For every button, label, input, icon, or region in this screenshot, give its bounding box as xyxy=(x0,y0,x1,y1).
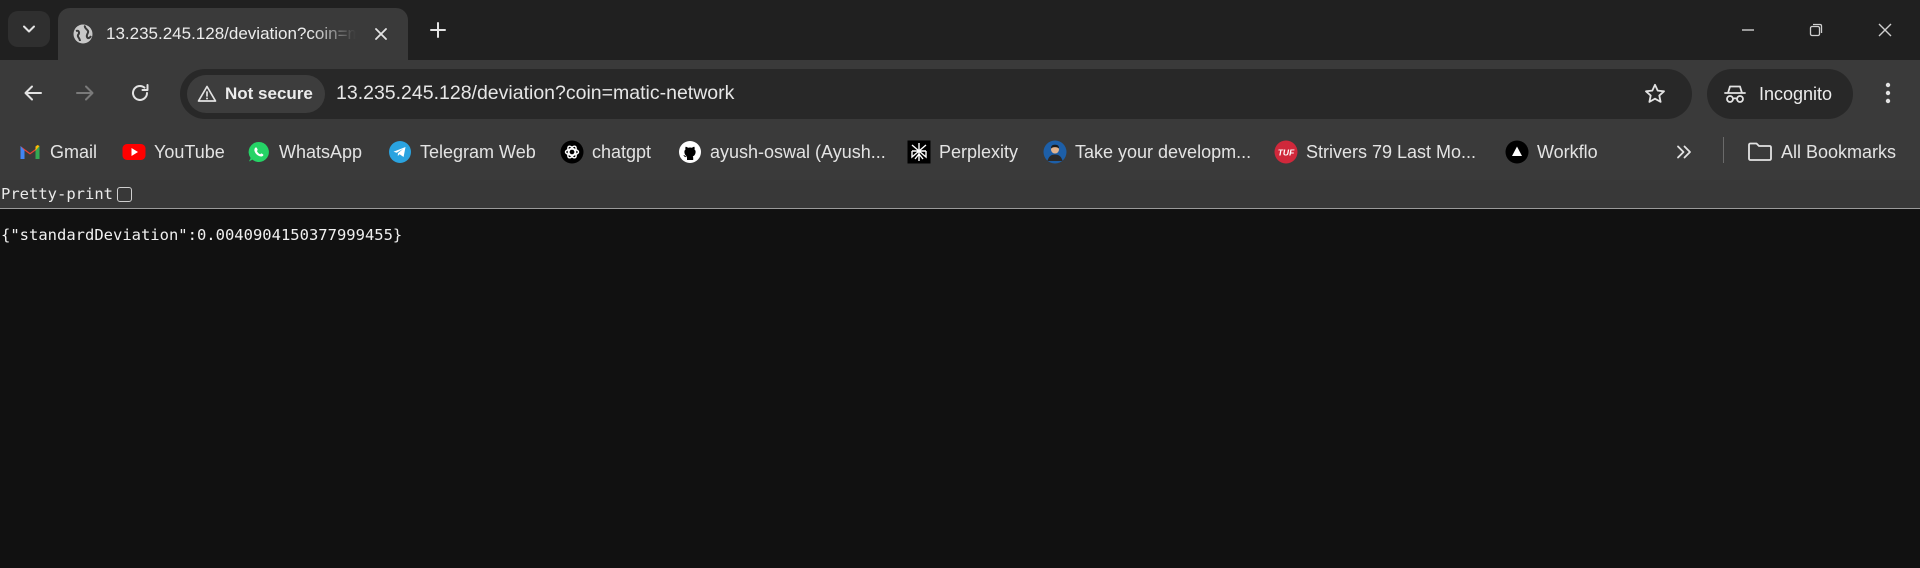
tab-title: 13.235.245.128/deviation?coin=matic-netw… xyxy=(106,24,356,43)
bookmark-label: YouTube xyxy=(154,141,225,162)
bookmark-star-button[interactable] xyxy=(1640,79,1670,109)
bookmark-label: Workflo xyxy=(1537,141,1598,162)
close-window-button[interactable] xyxy=(1867,12,1903,48)
bookmark-gmail[interactable]: Gmail xyxy=(18,136,97,168)
tuf-badge-text: TUF xyxy=(1278,148,1295,158)
workflo-icon xyxy=(1505,140,1529,164)
perplexity-icon xyxy=(907,140,931,164)
more-vertical-icon xyxy=(1885,82,1891,104)
minimize-icon xyxy=(1742,29,1754,31)
back-button[interactable] xyxy=(15,75,51,111)
all-bookmarks-button[interactable]: All Bookmarks xyxy=(1747,136,1896,168)
minimize-button[interactable] xyxy=(1730,12,1766,48)
github-icon xyxy=(678,140,702,164)
youtube-icon xyxy=(122,140,146,164)
bookmark-label: Perplexity xyxy=(939,141,1019,162)
tab-close-button[interactable] xyxy=(368,21,394,47)
pretty-print-label: Pretty-print xyxy=(1,185,113,203)
close-icon xyxy=(375,28,387,40)
pretty-print-checkbox[interactable] xyxy=(116,186,132,202)
url-text[interactable]: 13.235.245.128/deviation?coin=matic-netw… xyxy=(336,82,734,105)
plus-icon xyxy=(430,22,446,38)
bookmark-chatgpt[interactable]: chatgpt xyxy=(560,136,651,168)
tuf-icon: TUF xyxy=(1274,140,1298,164)
warning-icon xyxy=(197,85,217,102)
chatgpt-icon xyxy=(560,140,584,164)
bookmark-label: Gmail xyxy=(50,141,98,162)
bookmark-strivers[interactable]: TUF Strivers 79 Last Mo... xyxy=(1274,136,1476,168)
bookmark-youtube[interactable]: YouTube xyxy=(122,136,225,168)
bookmarks-divider xyxy=(1723,137,1724,163)
bookmark-label: ayush-oswal (Ayush... xyxy=(710,141,886,162)
browser-menu-button[interactable] xyxy=(1870,75,1906,111)
browser-toolbar: Not secure 13.235.245.128/deviation?coin… xyxy=(0,60,1920,126)
bookmarks-overflow-button[interactable] xyxy=(1675,136,1693,168)
incognito-label: Incognito xyxy=(1759,83,1833,104)
security-label: Not secure xyxy=(225,84,313,103)
bookmark-github[interactable]: ayush-oswal (Ayush... xyxy=(678,136,886,168)
bookmark-whatsapp[interactable]: WhatsApp xyxy=(247,136,362,168)
tab-search-button[interactable] xyxy=(8,11,50,47)
active-tab[interactable]: 13.235.245.128/deviation?coin=matic-netw… xyxy=(58,8,408,60)
double-chevron-right-icon xyxy=(1677,145,1691,159)
avatar-icon xyxy=(1043,140,1067,164)
new-tab-button[interactable] xyxy=(422,14,454,46)
gmail-icon xyxy=(18,140,42,164)
close-icon xyxy=(1878,23,1892,37)
chevron-down-icon xyxy=(23,25,35,33)
folder-icon xyxy=(1747,140,1773,164)
address-bar[interactable]: Not secure 13.235.245.128/deviation?coin… xyxy=(180,69,1692,119)
star-icon xyxy=(1645,83,1665,103)
security-indicator[interactable]: Not secure xyxy=(187,75,325,113)
all-bookmarks-label: All Bookmarks xyxy=(1781,141,1897,162)
telegram-icon xyxy=(388,140,412,164)
bookmark-workflo[interactable]: Workflo xyxy=(1505,136,1598,168)
incognito-profile-button[interactable]: Incognito xyxy=(1707,69,1853,119)
bookmark-perplexity[interactable]: Perplexity xyxy=(907,136,1018,168)
bookmark-label: Telegram Web xyxy=(420,141,536,162)
whatsapp-icon xyxy=(247,140,271,164)
restore-button[interactable] xyxy=(1798,12,1834,48)
tab-strip: 13.235.245.128/deviation?coin=matic-netw… xyxy=(0,0,1920,60)
pretty-print-bar: Pretty-print xyxy=(0,180,1920,209)
arrow-right-icon xyxy=(76,85,94,101)
bookmark-telegram[interactable]: Telegram Web xyxy=(388,136,536,168)
reload-button[interactable] xyxy=(122,75,158,111)
globe-icon xyxy=(72,23,94,45)
restore-icon xyxy=(1809,23,1823,37)
bookmark-label: Take your developm... xyxy=(1075,141,1252,162)
arrow-left-icon xyxy=(24,85,42,101)
bookmark-label: WhatsApp xyxy=(279,141,363,162)
bookmark-label: chatgpt xyxy=(592,141,652,162)
incognito-icon xyxy=(1724,85,1746,103)
reload-icon xyxy=(132,84,149,101)
json-response-text: {"standardDeviation":0.00409041503779994… xyxy=(1,226,403,244)
forward-button[interactable] xyxy=(67,75,103,111)
bookmark-developer-channel[interactable]: Take your developm... xyxy=(1043,136,1251,168)
bookmark-label: Strivers 79 Last Mo... xyxy=(1306,141,1477,162)
bookmarks-bar: Gmail YouTube WhatsApp Telegram Web chat… xyxy=(0,126,1920,180)
